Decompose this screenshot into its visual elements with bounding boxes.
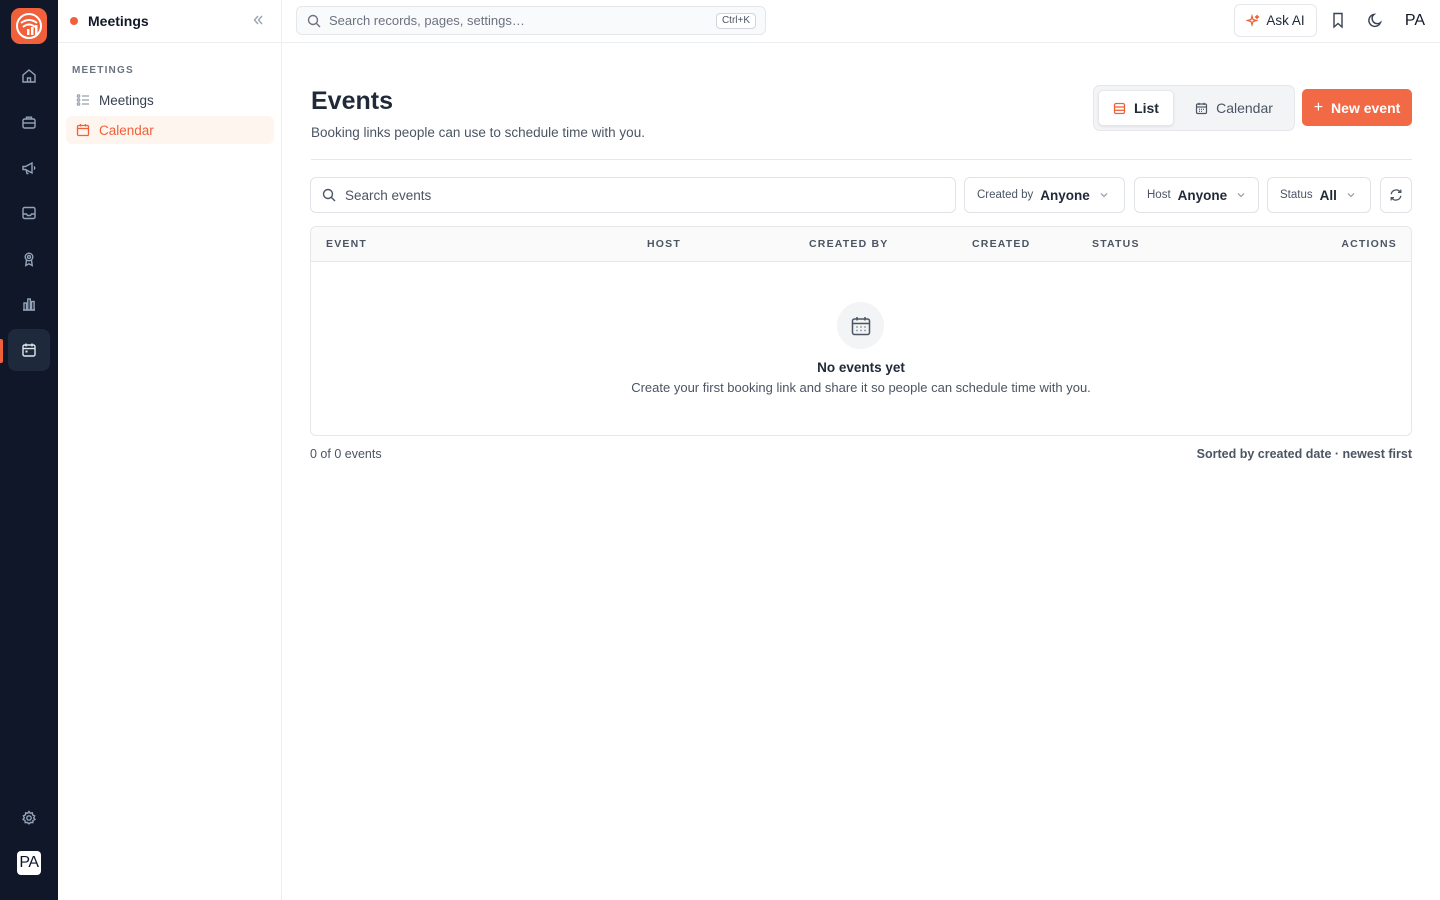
megaphone-icon <box>22 161 36 175</box>
collapse-sidebar-button[interactable] <box>251 13 265 27</box>
award-icon <box>24 252 34 267</box>
global-search-input[interactable] <box>329 13 699 28</box>
list-view-label: List <box>1134 100 1159 116</box>
logo-icon <box>16 13 42 39</box>
main-content: Events Booking links people can use to s… <box>282 43 1440 900</box>
search-icon <box>307 14 321 27</box>
chevron-down-icon <box>1347 193 1355 198</box>
chevrons-left-icon <box>253 15 263 25</box>
home-icon <box>22 69 36 83</box>
calendar-icon <box>22 343 36 357</box>
gear-icon <box>22 810 36 825</box>
list-view-icon <box>1113 102 1126 114</box>
bookmark-button[interactable] <box>1331 12 1345 29</box>
rail-reports-button[interactable] <box>8 283 50 325</box>
refresh-icon <box>1390 189 1402 201</box>
empty-state-description: Create your first booking link and share… <box>631 380 1091 395</box>
sort-indicator: Sorted by created date · newest first <box>1196 447 1412 461</box>
sidebar-header: Meetings <box>58 0 281 43</box>
rail-campaigns-button[interactable] <box>8 147 50 189</box>
calendar-icon <box>76 124 90 137</box>
moon-icon <box>1368 13 1383 28</box>
list-view-button[interactable]: List <box>1098 90 1174 126</box>
rail-active-indicator <box>0 339 3 363</box>
calendar-icon <box>851 316 870 335</box>
status-dot <box>70 17 78 25</box>
rail-home-button[interactable] <box>8 55 50 97</box>
created-by-filter-label: Created by <box>977 189 1034 201</box>
status-filter-value: All <box>1319 187 1337 203</box>
events-search[interactable] <box>310 177 956 213</box>
table-header: EVENT HOST CREATED BY CREATED STATUS ACT… <box>311 227 1411 262</box>
calendar-view-label: Calendar <box>1216 100 1273 116</box>
empty-state-icon <box>837 302 884 349</box>
ask-ai-button[interactable]: Ask AI <box>1234 4 1317 37</box>
rail-awards-button[interactable] <box>8 238 50 280</box>
shortcut-hint: Ctrl+K <box>715 13 756 29</box>
created-by-filter-value: Anyone <box>1040 187 1090 203</box>
host-filter-label: Host <box>1147 189 1171 201</box>
theme-toggle-button[interactable] <box>1368 12 1384 28</box>
new-event-button[interactable]: + New event <box>1302 89 1412 126</box>
rail-settings-button[interactable] <box>8 797 50 839</box>
page-subtitle: Booking links people can use to schedule… <box>311 125 645 140</box>
app-rail: PA <box>0 0 58 900</box>
sidebar-item-meetings[interactable]: Meetings <box>66 86 274 114</box>
chevron-down-icon <box>1100 193 1108 198</box>
inbox-icon <box>22 206 36 220</box>
chevron-down-icon <box>1237 193 1245 198</box>
rail-inbox-button[interactable] <box>8 192 50 234</box>
global-search[interactable]: Ctrl+K <box>296 6 766 35</box>
column-header-host[interactable]: HOST <box>647 238 681 250</box>
plus-icon: + <box>1313 98 1324 116</box>
events-search-input[interactable] <box>345 187 925 203</box>
ask-ai-label: Ask AI <box>1266 13 1305 28</box>
view-toggle: List Calendar <box>1093 85 1295 131</box>
column-header-created-by[interactable]: CREATED BY <box>809 238 888 250</box>
column-header-event[interactable]: EVENT <box>326 238 367 250</box>
rail-avatar[interactable]: PA <box>17 851 41 875</box>
bar-chart-icon <box>23 298 35 311</box>
column-header-created[interactable]: CREATED <box>972 238 1030 250</box>
sidebar: Meetings MEETINGS Meetings Calendar <box>58 0 282 900</box>
column-header-actions: ACTIONS <box>1341 238 1397 250</box>
search-icon <box>322 188 336 202</box>
sparkle-icon <box>1246 13 1260 27</box>
column-header-status[interactable]: STATUS <box>1092 238 1140 250</box>
sidebar-item-calendar[interactable]: Calendar <box>66 116 274 144</box>
empty-state-title: No events yet <box>817 360 905 375</box>
results-count: 0 of 0 events <box>310 447 382 461</box>
events-table: EVENT HOST CREATED BY CREATED STATUS ACT… <box>310 226 1412 436</box>
rail-meetings-button[interactable] <box>8 329 50 371</box>
bookmark-icon <box>1333 12 1343 29</box>
topbar: Ctrl+K Ask AI PA <box>282 0 1440 43</box>
list-icon <box>76 94 89 106</box>
sidebar-item-label: Calendar <box>99 122 154 138</box>
rail-briefcase-button[interactable] <box>8 101 50 143</box>
page-title: Events <box>311 87 393 115</box>
refresh-button[interactable] <box>1380 177 1412 213</box>
calendar-view-button[interactable]: Calendar <box>1180 90 1288 126</box>
status-filter[interactable]: Status All <box>1267 177 1371 213</box>
new-event-label: New event <box>1331 99 1401 116</box>
app-logo[interactable] <box>11 8 47 44</box>
sidebar-section-label: MEETINGS <box>72 65 134 76</box>
status-filter-label: Status <box>1280 189 1313 201</box>
sidebar-title: Meetings <box>88 13 149 29</box>
header-divider <box>311 159 1412 160</box>
calendar-icon <box>1195 102 1208 114</box>
user-avatar[interactable]: PA <box>1402 8 1428 34</box>
host-filter[interactable]: Host Anyone <box>1134 177 1259 213</box>
host-filter-value: Anyone <box>1177 187 1228 203</box>
briefcase-icon <box>22 116 36 129</box>
sidebar-item-label: Meetings <box>99 92 154 108</box>
created-by-filter[interactable]: Created by Anyone <box>964 177 1125 213</box>
